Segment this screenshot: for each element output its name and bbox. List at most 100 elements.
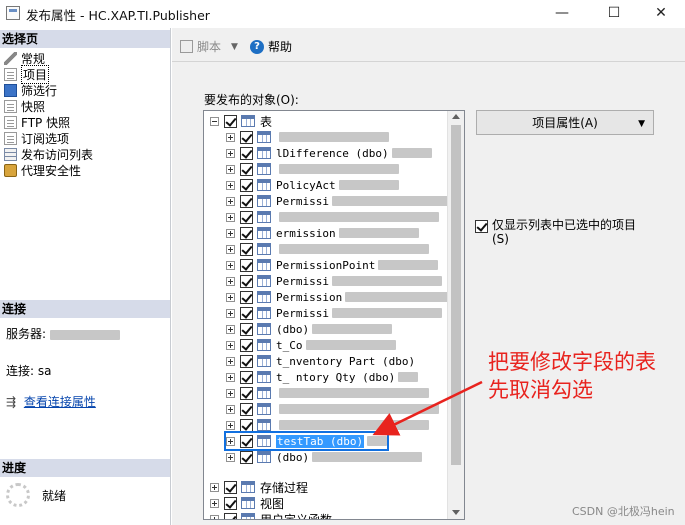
nav-item-filter-rows[interactable]: 筛选行	[4, 82, 57, 98]
table-row[interactable]: t_Co	[226, 337, 396, 353]
object-checkbox[interactable]	[240, 194, 253, 208]
table-row[interactable]: lDifference (dbo)	[226, 145, 432, 161]
table-row[interactable]	[226, 161, 399, 177]
expand-icon[interactable]	[226, 452, 235, 462]
object-checkbox[interactable]	[240, 210, 253, 224]
close-button[interactable]: ✕	[638, 2, 684, 24]
chevron-down-icon[interactable]: ▼	[231, 42, 238, 52]
object-checkbox[interactable]	[240, 130, 253, 144]
object-checkbox[interactable]	[240, 162, 253, 176]
nav-item-access-list[interactable]: 发布访问列表	[4, 146, 93, 162]
table-row[interactable]: Permission	[226, 289, 456, 305]
script-button[interactable]: 脚本 ▼	[180, 38, 238, 55]
table-row[interactable]	[226, 241, 429, 257]
view-connection-properties-link[interactable]: 查看连接属性	[24, 395, 96, 409]
table-row[interactable]: Permissi	[226, 273, 442, 289]
object-checkbox[interactable]	[240, 402, 253, 416]
expand-icon[interactable]	[226, 180, 235, 190]
expand-icon[interactable]	[226, 388, 235, 398]
expand-icon[interactable]	[226, 356, 235, 366]
object-checkbox[interactable]	[240, 434, 253, 448]
table-row[interactable]	[226, 417, 429, 433]
table-row[interactable]	[226, 209, 439, 225]
expand-icon[interactable]	[210, 514, 219, 519]
expand-icon[interactable]	[226, 308, 235, 318]
scroll-thumb[interactable]	[451, 125, 461, 465]
object-checkbox[interactable]	[240, 322, 253, 336]
object-checkbox[interactable]	[240, 146, 253, 160]
nav-item-agent-security[interactable]: 代理安全性	[4, 162, 81, 178]
table-row[interactable]	[226, 401, 439, 417]
expand-icon[interactable]	[226, 324, 235, 334]
expand-icon[interactable]	[226, 212, 235, 222]
expand-icon[interactable]	[226, 436, 235, 446]
table-row[interactable]: (dbo)	[226, 449, 423, 465]
object-checkbox[interactable]	[224, 512, 237, 519]
expand-icon[interactable]	[226, 420, 235, 430]
minimize-button[interactable]: —	[539, 2, 585, 24]
expand-icon[interactable]	[226, 292, 235, 302]
object-checkbox[interactable]	[240, 386, 253, 400]
object-checkbox[interactable]	[240, 418, 253, 432]
object-checkbox[interactable]	[240, 274, 253, 288]
table-row[interactable]: Permissi	[226, 305, 442, 321]
tree-folder-row[interactable]: 用户定义函数	[210, 511, 332, 519]
object-checkbox[interactable]	[240, 258, 253, 272]
object-checkbox[interactable]	[240, 242, 253, 256]
object-checkbox[interactable]	[240, 306, 253, 320]
expand-icon[interactable]	[226, 132, 235, 142]
objects-tree[interactable]: 表 lDifference (dbo) PolicyAct Permissi ermis…	[203, 110, 465, 520]
tree-scrollbar[interactable]	[447, 111, 464, 519]
expand-icon[interactable]	[226, 276, 235, 286]
tree-folder-row[interactable]: 存储过程	[210, 479, 308, 495]
tree-node-tables[interactable]: 表	[210, 113, 272, 129]
table-row[interactable]	[226, 129, 389, 145]
expand-icon[interactable]	[226, 164, 235, 174]
table-row[interactable]: (dbo)	[226, 321, 393, 337]
object-checkbox[interactable]	[240, 290, 253, 304]
table-row[interactable]: t_nventory Part (dbo)	[226, 353, 415, 369]
expand-icon[interactable]	[210, 482, 219, 492]
expand-icon[interactable]	[226, 196, 235, 206]
only-show-checked-checkbox[interactable]	[475, 220, 488, 233]
article-properties-button[interactable]: 项目属性(A) ▼	[476, 110, 654, 135]
object-checkbox[interactable]	[240, 354, 253, 368]
table-row[interactable]: ermission	[226, 225, 419, 241]
object-checkbox[interactable]	[240, 338, 253, 352]
redacted-text	[338, 180, 399, 190]
object-checkbox[interactable]	[224, 114, 237, 128]
table-row[interactable]: testTab (dbo)	[223, 431, 390, 451]
only-show-checked-row[interactable]: 仅显示列表中已选中的项目(S)	[475, 218, 652, 246]
table-row[interactable]: PolicyAct	[226, 177, 399, 193]
expand-icon[interactable]	[226, 372, 235, 382]
object-checkbox[interactable]	[240, 450, 253, 464]
object-checkbox[interactable]	[240, 226, 253, 240]
table-row[interactable]	[226, 385, 429, 401]
expand-icon[interactable]	[226, 404, 235, 414]
view-connection-row[interactable]: ⇶ 查看连接属性	[6, 393, 96, 410]
table-row[interactable]: PermissionPoint	[226, 257, 439, 273]
nav-item-articles[interactable]: 项目	[4, 64, 50, 84]
table-row[interactable]: Permissi	[226, 193, 464, 209]
object-checkbox[interactable]	[224, 496, 237, 510]
nav-item-subscription-options[interactable]: 订阅选项	[4, 130, 69, 146]
expand-icon[interactable]	[226, 228, 235, 238]
scroll-up-icon[interactable]	[452, 114, 460, 119]
redacted-text	[305, 340, 396, 350]
object-checkbox[interactable]	[224, 480, 237, 494]
expand-icon[interactable]	[226, 340, 235, 350]
help-button[interactable]: ? 帮助	[250, 38, 292, 55]
maximize-button[interactable]: ☐	[591, 2, 637, 24]
collapse-icon[interactable]	[210, 116, 219, 126]
scroll-down-icon[interactable]	[452, 510, 460, 515]
nav-item-snapshot[interactable]: 快照	[4, 98, 45, 114]
expand-icon[interactable]	[226, 148, 235, 158]
expand-icon[interactable]	[226, 244, 235, 254]
expand-icon[interactable]	[226, 260, 235, 270]
object-checkbox[interactable]	[240, 370, 253, 384]
nav-item-ftp-snapshot[interactable]: FTP 快照	[4, 114, 70, 130]
table-row[interactable]: t_ ntory Qty (dbo)	[226, 369, 419, 385]
tree-folder-row[interactable]: 视图	[210, 495, 284, 511]
expand-icon[interactable]	[210, 498, 219, 508]
object-checkbox[interactable]	[240, 178, 253, 192]
